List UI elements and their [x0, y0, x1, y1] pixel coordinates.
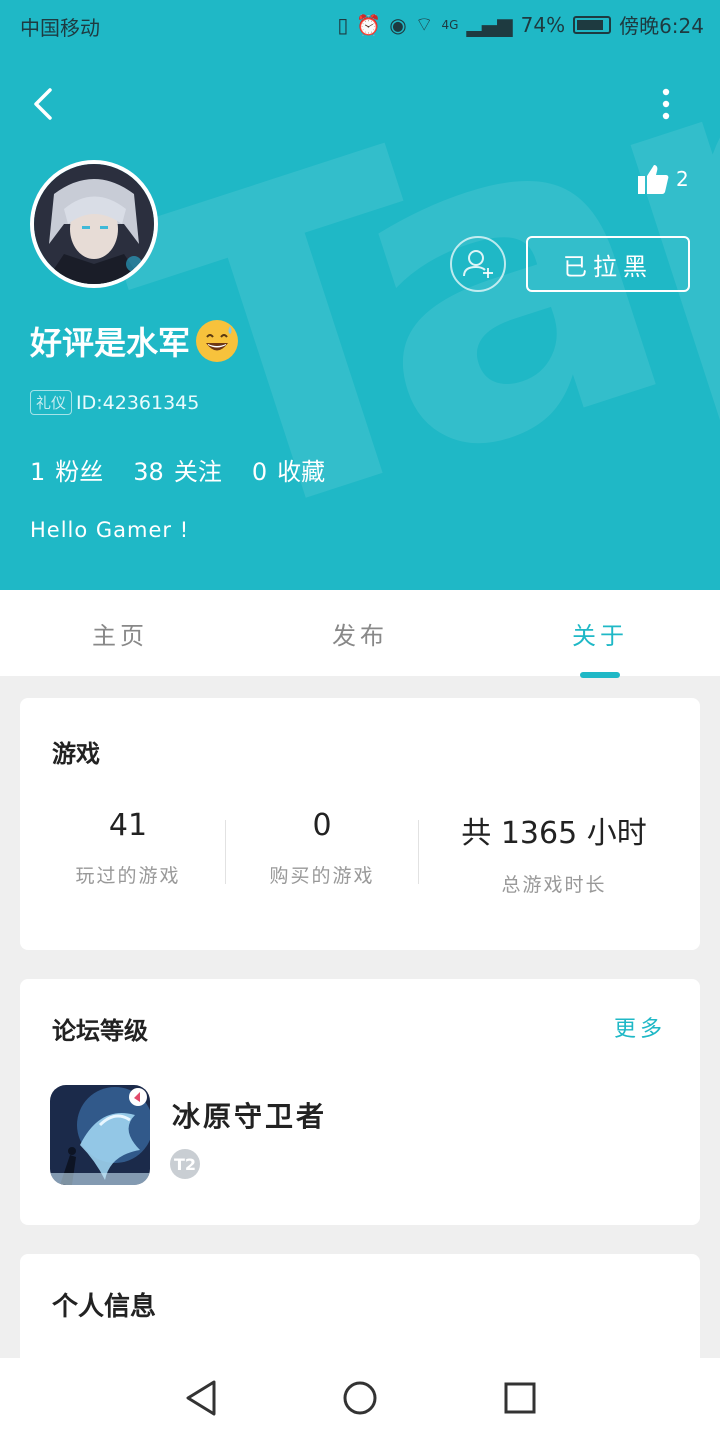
- network-type: 4G: [441, 17, 459, 32]
- tab-home[interactable]: 主页: [0, 590, 240, 676]
- battery-percent: 74%: [520, 12, 566, 37]
- following-label: 关注: [173, 458, 222, 486]
- wifi-icon: ⌔: [414, 12, 434, 36]
- signal-icon: ▂▄▆: [466, 12, 513, 37]
- username: 好评是水军: [30, 324, 191, 362]
- battery-icon: [573, 15, 612, 34]
- played-games-value: 41: [108, 808, 148, 843]
- sweat-smile-emoji-icon: [196, 320, 239, 362]
- avatar-image: [34, 164, 154, 284]
- clock: 傍晚6:24: [619, 14, 704, 38]
- played-games-label: 玩过的游戏: [75, 865, 181, 887]
- eye-icon: ◉: [389, 12, 407, 37]
- username-row: 好评是水军: [30, 318, 239, 364]
- etiquette-badge: 礼仪: [30, 390, 73, 415]
- divider: [418, 820, 419, 884]
- personal-info-title: 个人信息: [52, 1292, 157, 1322]
- total-hours-label: 总游戏时长: [501, 874, 607, 896]
- forum-level-badge: T2: [170, 1149, 200, 1179]
- system-navigation-bar: [0, 1358, 720, 1440]
- followers-label: 粉丝: [55, 458, 104, 486]
- favorites-label: 收藏: [277, 458, 326, 486]
- profile-header: Tap 中国移动 ▯ ⏰ ◉ ⌔ 4G ▂▄▆ 74% 傍晚6:24 2 已拉黑…: [0, 0, 720, 590]
- carrier-name: 中国移动: [20, 16, 100, 40]
- bought-games-value: 0: [312, 808, 332, 843]
- thumbs-up-icon: [638, 165, 669, 194]
- following-stat[interactable]: 38 关注: [133, 452, 222, 487]
- status-icons: ▯ ⏰ ◉ ⌔ 4G ▂▄▆ 74% 傍晚6:24: [337, 10, 704, 39]
- divider: [225, 820, 226, 884]
- profile-stats: 1 粉丝 38 关注 0 收藏: [30, 452, 325, 487]
- add-friend-icon: [463, 250, 493, 278]
- blocked-button[interactable]: 已拉黑: [526, 236, 690, 292]
- played-games-stat[interactable]: 41 玩过的游戏: [52, 808, 204, 888]
- avatar[interactable]: [30, 160, 158, 288]
- like-count: 2: [676, 167, 689, 191]
- forum-level-title: 论坛等级: [52, 1017, 148, 1045]
- more-link[interactable]: 更多: [614, 1011, 666, 1043]
- alarm-icon: ⏰: [356, 12, 382, 37]
- back-icon[interactable]: [26, 84, 66, 124]
- bought-games-label: 购买的游戏: [269, 865, 375, 887]
- bought-games-stat[interactable]: 0 购买的游戏: [246, 808, 398, 888]
- nav-recent-icon[interactable]: [502, 1380, 538, 1416]
- status-bar: 中国移动 ▯ ⏰ ◉ ⌔ 4G ▂▄▆ 74% 傍晚6:24: [0, 0, 720, 48]
- tab-posts[interactable]: 发布: [240, 590, 480, 676]
- game-name[interactable]: 冰原守卫者: [172, 1095, 327, 1135]
- more-icon[interactable]: [652, 84, 680, 124]
- total-hours-value: 共 1365 小时: [461, 816, 647, 851]
- following-count: 38: [133, 458, 164, 486]
- game-thumbnail[interactable]: [50, 1085, 150, 1185]
- active-tab-indicator: [580, 672, 620, 678]
- nav-home-icon[interactable]: [340, 1378, 380, 1418]
- nav-back-icon[interactable]: [182, 1378, 220, 1418]
- favorites-count: 0: [251, 458, 268, 486]
- followers-count: 1: [30, 458, 46, 486]
- tab-about[interactable]: 关于: [480, 590, 720, 676]
- bio: Hello Gamer !: [30, 518, 190, 542]
- add-friend-button[interactable]: [450, 236, 506, 292]
- watermark-logo: Tap: [81, 0, 720, 590]
- favorites-stat[interactable]: 0 收藏: [252, 452, 325, 487]
- forum-level-card: 论坛等级 更多 冰原守卫者 T2: [20, 979, 700, 1225]
- games-card-title: 游戏: [52, 740, 100, 768]
- vibrate-icon: ▯: [337, 12, 349, 37]
- game-thumbnail-image: [50, 1085, 150, 1185]
- followers-stat[interactable]: 1 粉丝: [30, 452, 103, 487]
- tag-row: 礼仪 ID:42361345: [30, 390, 199, 415]
- total-hours-stat[interactable]: 共 1365 小时 总游戏时长: [440, 808, 668, 897]
- user-id: ID:42361345: [76, 391, 200, 414]
- like-button[interactable]: 2: [636, 162, 689, 196]
- games-card: 游戏 41 玩过的游戏 0 购买的游戏 共 1365 小时 总游戏时长: [20, 698, 700, 950]
- profile-tabs: 主页 发布 关于: [0, 590, 720, 676]
